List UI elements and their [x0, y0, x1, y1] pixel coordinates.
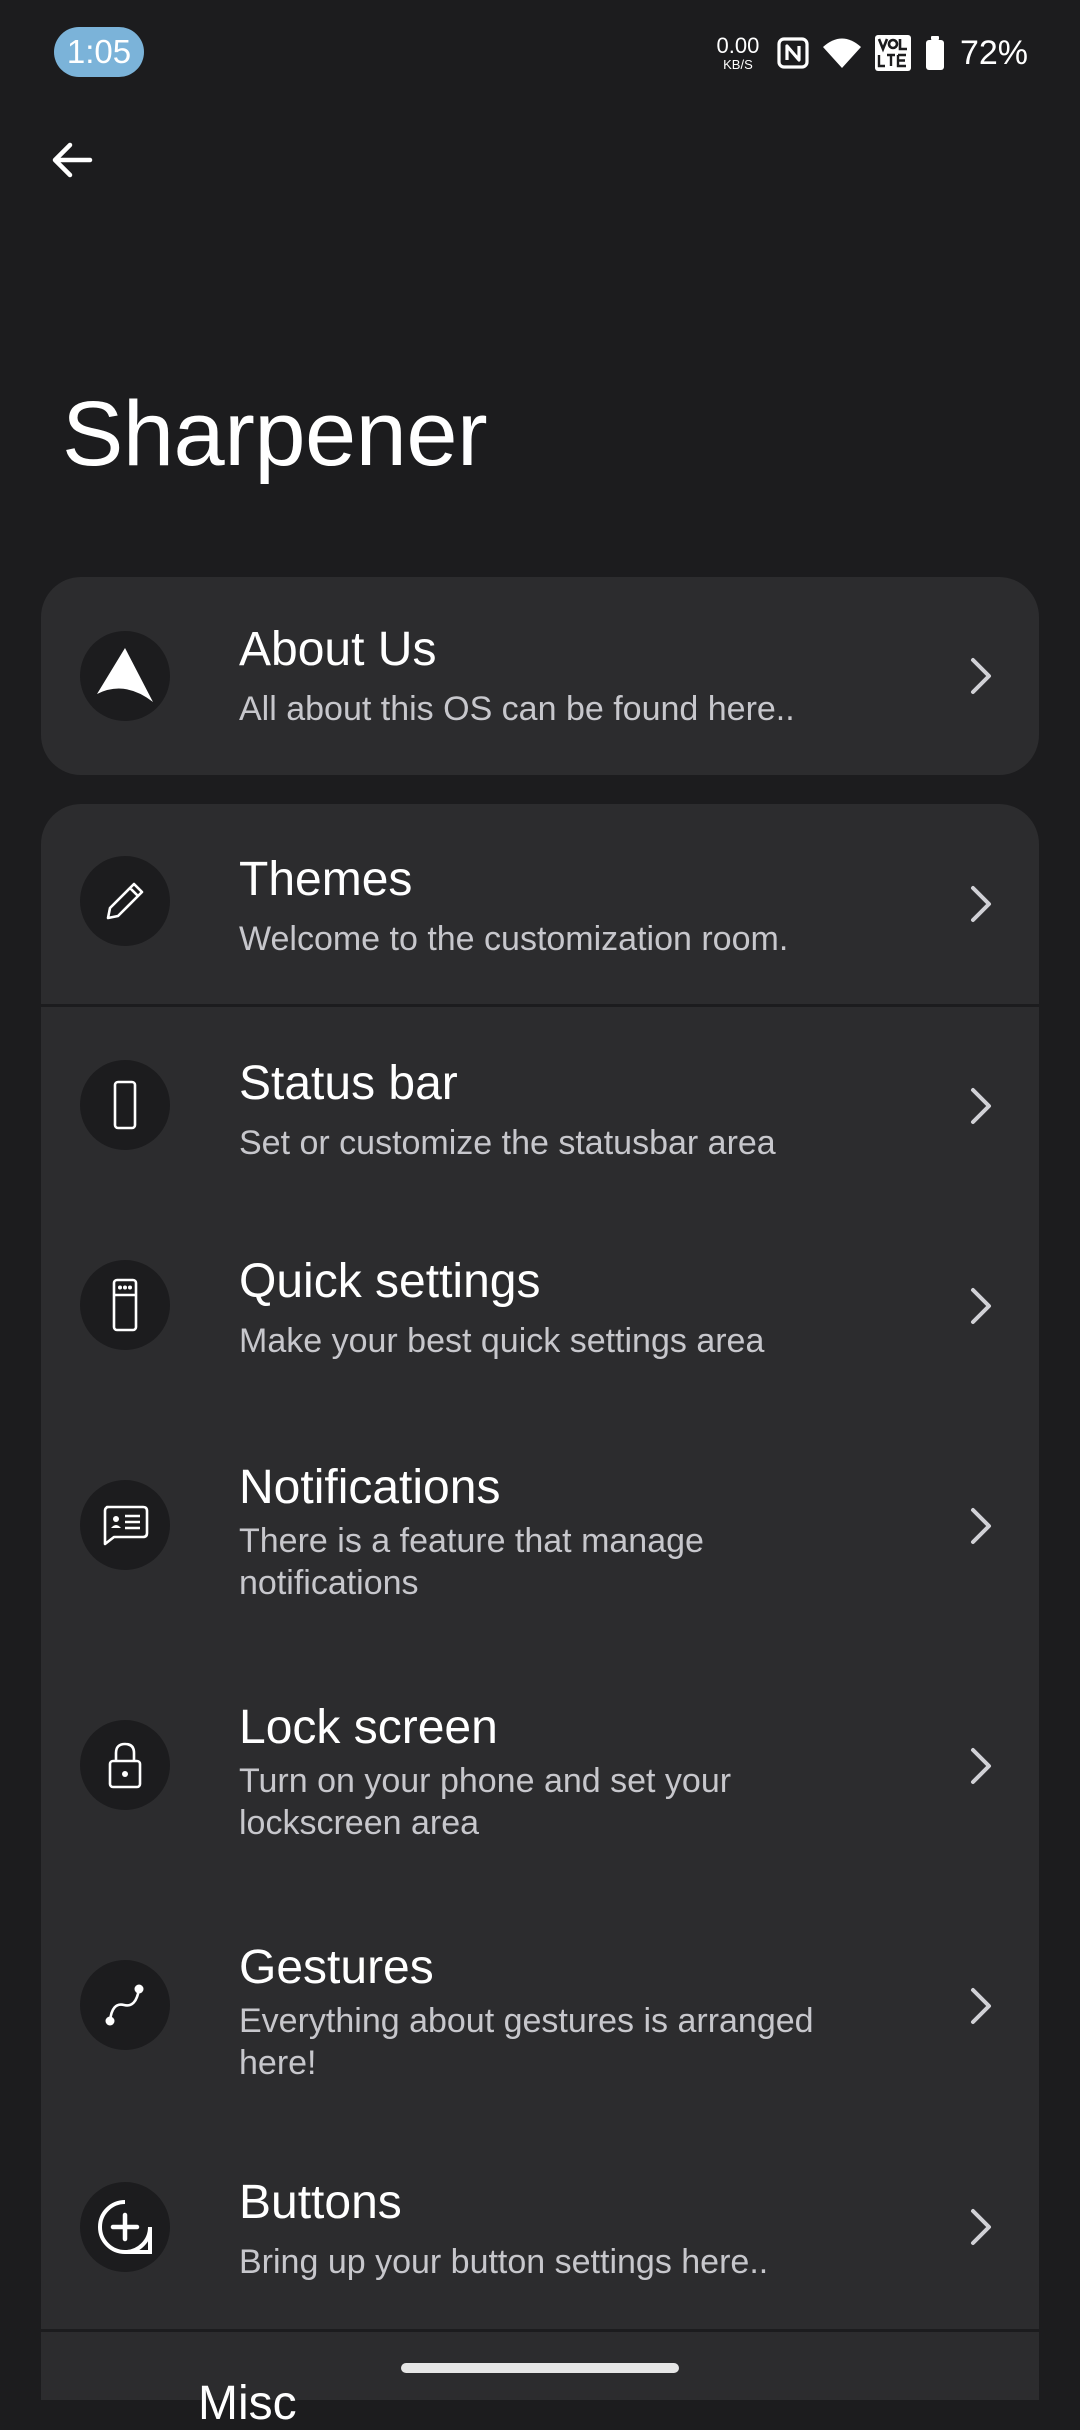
arrow-left-icon [52, 142, 93, 178]
item-subtitle: Make your best quick settings area [239, 1322, 765, 1360]
item-title: About Us [239, 623, 437, 676]
menu-item-gestures[interactable]: Gestures Everything about gestures is ar… [41, 1886, 1039, 2126]
about-us-card[interactable]: About Us All about this OS can be found … [41, 577, 1039, 775]
menu-item-buttons[interactable]: Buttons Bring up your button settings he… [41, 2126, 1039, 2330]
menu-item-themes[interactable]: Themes Welcome to the customization room… [41, 804, 1039, 1004]
page-title: Sharpener [62, 383, 488, 485]
chevron-right-icon [961, 1986, 1001, 2026]
chevron-right-icon [961, 884, 1001, 924]
net-speed-value: 0.00 [716, 33, 760, 58]
message-card-icon [80, 1480, 170, 1570]
battery-icon [924, 35, 946, 71]
item-title: Themes [239, 853, 413, 906]
item-subtitle: Welcome to the customization room. [239, 920, 789, 958]
item-title: Status bar [239, 1057, 458, 1110]
item-subtitle: Everything about gestures is arranged he… [239, 2002, 814, 2082]
item-subtitle: There is a feature that manage notificat… [239, 1522, 704, 1602]
item-title: Notifications [239, 1461, 501, 1514]
battery-percent: 72% [959, 33, 1028, 72]
item-title: Quick settings [239, 1255, 541, 1308]
menu-item-misc[interactable]: Misc [198, 2380, 297, 2428]
lock-icon [80, 1720, 170, 1810]
chevron-right-icon [961, 656, 1001, 696]
net-speed: 0.00 KB/S [712, 33, 764, 72]
menu-item-about-us[interactable]: About Us All about this OS can be found … [41, 577, 1039, 775]
phone-outline-icon [80, 1060, 170, 1150]
item-subtitle: Set or customize the statusbar area [239, 1124, 776, 1162]
plus-circle-icon [80, 2182, 170, 2272]
chevron-right-icon [961, 1286, 1001, 1326]
chevron-right-icon [961, 1086, 1001, 1126]
nfc-icon [776, 36, 810, 70]
back-button[interactable] [36, 124, 108, 196]
chevron-right-icon [961, 1746, 1001, 1786]
item-subtitle: Bring up your button settings here.. [239, 2243, 769, 2281]
gesture-curve-icon [80, 1960, 170, 2050]
navigation-arrow-icon [80, 631, 170, 721]
status-time: 1:05 [54, 27, 144, 77]
home-indicator[interactable] [401, 2363, 679, 2373]
menu-item-notifications[interactable]: Notifications There is a feature that ma… [41, 1406, 1039, 1646]
menu-item-status-bar[interactable]: Status bar Set or customize the statusba… [41, 1006, 1039, 1206]
wifi-icon [822, 36, 862, 70]
item-subtitle: Turn on your phone and set your lockscre… [239, 1762, 732, 1842]
net-speed-unit: KB/S [723, 57, 753, 72]
item-title: Lock screen [239, 1701, 498, 1754]
themes-card[interactable]: Themes Welcome to the customization room… [41, 804, 1039, 1004]
menu-item-lock-screen[interactable]: Lock screen Turn on your phone and set y… [41, 1646, 1039, 1886]
status-bar: 1:05 0.00 KB/S 72% [0, 0, 1080, 104]
item-subtitle: All about this OS can be found here.. [239, 690, 795, 728]
item-title: Buttons [239, 2176, 402, 2229]
divider [41, 2329, 1039, 2332]
item-title: Gestures [239, 1941, 434, 1994]
volte-icon [874, 34, 912, 72]
divider [41, 1004, 1039, 1007]
menu-item-quick-settings[interactable]: Quick settings Make your best quick sett… [41, 1206, 1039, 1406]
pencil-icon [80, 856, 170, 946]
chevron-right-icon [961, 2207, 1001, 2247]
phone-quick-settings-icon [80, 1260, 170, 1350]
chevron-right-icon [961, 1506, 1001, 1546]
settings-list-card: Status bar Set or customize the statusba… [41, 1006, 1039, 2400]
status-icons: 0.00 KB/S 72% [712, 28, 1028, 78]
